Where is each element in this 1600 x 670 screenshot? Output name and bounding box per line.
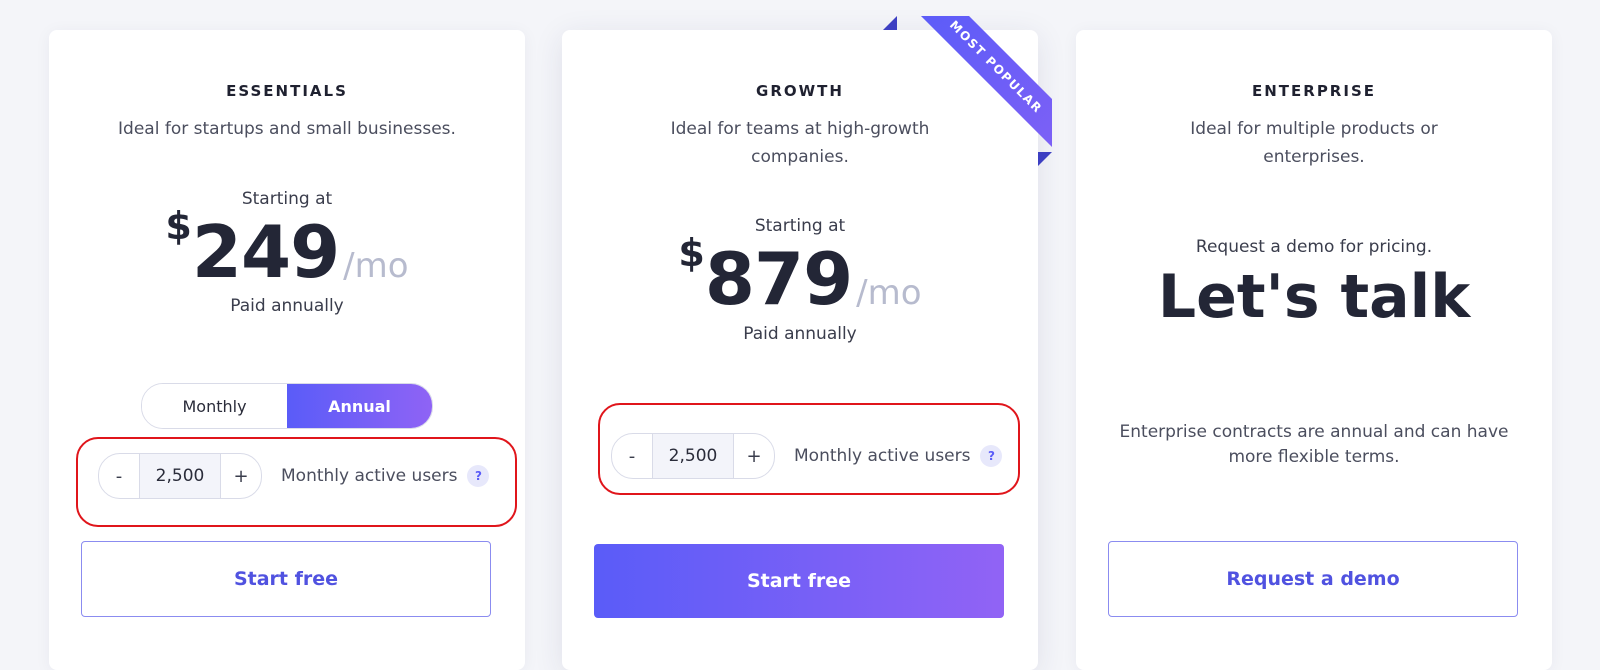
plan-description: Ideal for multiple products or enterpris… <box>1190 119 1438 167</box>
price-period: /mo <box>856 273 922 313</box>
plan-price: $879/mo <box>562 231 1038 321</box>
plan-card-essentials: ESSENTIALS Ideal for startups and small … <box>49 30 525 670</box>
billing-toggle: Monthly Annual <box>141 383 433 429</box>
decrement-button[interactable]: - <box>99 454 139 498</box>
plan-description: Ideal for startups and small businesses. <box>118 119 456 139</box>
starting-at-label: Starting at <box>754 216 846 236</box>
increment-button[interactable]: + <box>734 434 774 478</box>
request-demo-button[interactable]: Request a demo <box>1108 541 1518 617</box>
help-icon[interactable]: ? <box>980 445 1003 467</box>
plan-card-growth: MOST POPULAR GROWTH Ideal for teams at h… <box>562 16 1052 670</box>
lets-talk-headline: Let's talk <box>1157 262 1471 332</box>
users-count-input[interactable]: 2,500 <box>652 434 734 478</box>
starting-at-label: Starting at <box>241 189 333 209</box>
billing-note: Paid annually <box>230 296 344 316</box>
plan-description: Ideal for teams at high-growth companies… <box>670 119 930 167</box>
plan-tier-title: ESSENTIALS <box>226 82 348 100</box>
users-selector: - 2,500 + Monthly active users ? <box>98 453 490 499</box>
enterprise-note: Enterprise contracts are annual and can … <box>1119 422 1509 467</box>
price-period: /mo <box>343 246 409 286</box>
start-free-button[interactable]: Start free <box>81 541 491 617</box>
currency-symbol: $ <box>165 204 192 248</box>
price-amount: 879 <box>704 237 853 321</box>
users-selector: - 2,500 + Monthly active users ? <box>611 433 1003 479</box>
increment-button[interactable]: + <box>221 454 261 498</box>
request-pricing-text: Request a demo for pricing. <box>1195 237 1433 257</box>
start-free-button[interactable]: Start free <box>594 544 1004 618</box>
billing-option-monthly[interactable]: Monthly <box>142 384 287 428</box>
billing-note: Paid annually <box>743 324 857 344</box>
users-stepper: - 2,500 + <box>98 453 262 499</box>
users-label: Monthly active users <box>281 466 458 486</box>
decrement-button[interactable]: - <box>612 434 652 478</box>
plan-tier-title: ENTERPRISE <box>1251 82 1376 100</box>
plan-price: $249/mo <box>49 204 525 294</box>
price-amount: 249 <box>191 210 340 294</box>
users-count-input[interactable]: 2,500 <box>139 454 221 498</box>
plan-card-enterprise: ENTERPRISE Ideal for multiple products o… <box>1076 30 1552 670</box>
help-icon[interactable]: ? <box>467 465 490 487</box>
plan-tier-title: GROWTH <box>756 82 844 100</box>
currency-symbol: $ <box>678 231 705 275</box>
users-stepper: - 2,500 + <box>611 433 775 479</box>
users-label: Monthly active users <box>794 446 971 466</box>
billing-option-annual[interactable]: Annual <box>287 384 432 428</box>
